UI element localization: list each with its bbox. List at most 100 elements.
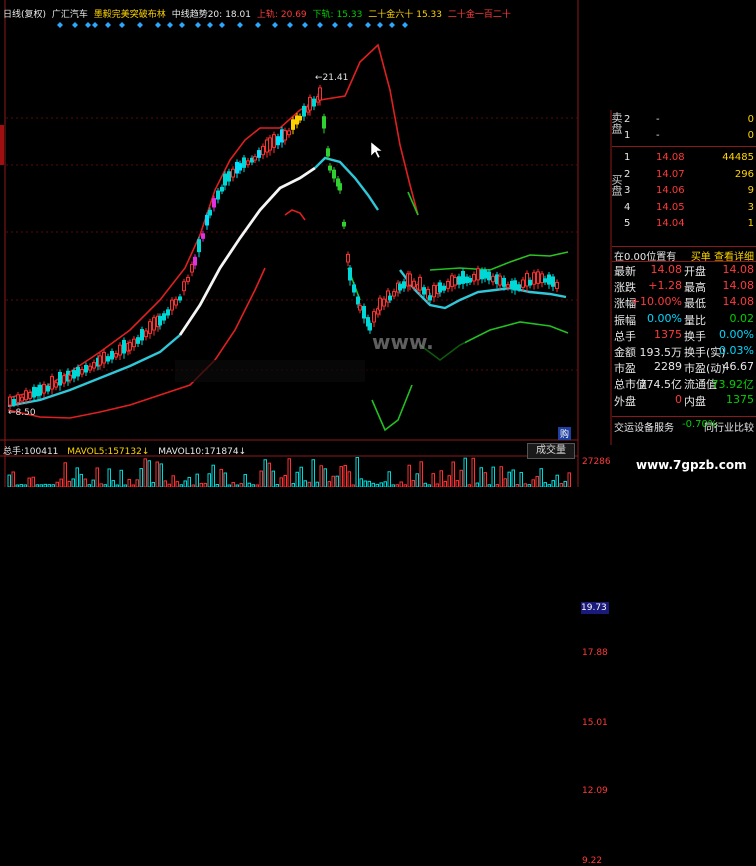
candle-body [170,299,174,311]
view-detail-link[interactable]: 买单 查看详细 [691,248,754,263]
sell-level-row[interactable]: 2 - 0 [624,114,754,128]
ma10-value: 171874 [204,447,239,457]
candle-body [392,291,396,297]
volume-bar [319,465,323,488]
candle-body [517,284,521,290]
quote-row: 金额 193.5万 换手(实) 0.03% [612,344,756,359]
buy-level-row[interactable]: 1 14.08 44485 [624,152,754,166]
candle-body [84,364,88,373]
candle-body [122,339,126,354]
volume-bar [239,483,243,488]
sector-name[interactable]: 交运设备服务 [614,419,674,434]
level-volume: 0 [747,130,754,141]
vol-label: 总手: [3,447,25,457]
candle-body [220,186,224,192]
candle-body [106,356,110,362]
signal-diamond-icon [92,22,98,28]
candle-body [402,281,406,289]
candle-body [547,274,551,285]
signal-diamond-icon [377,22,383,28]
volume-bar [243,474,247,488]
volume-bar [299,466,303,488]
volume-bar [447,475,451,488]
quote-value-right: 73.92亿 [711,378,755,392]
candle-body [114,353,118,358]
candle-body [193,256,197,266]
candle-body [412,280,416,288]
candle-body [190,263,194,273]
volume-bar [311,459,315,488]
quote-row: 最新 14.08 开盘 14.08 [612,263,756,278]
candle-body [461,271,465,284]
quote-value: +1.28 [648,279,682,293]
lower-band-tail [284,209,306,221]
candle-body [276,136,280,146]
candle-body [318,87,322,101]
ma10-label: MAVOL10: [158,447,205,457]
volume-bar [107,468,111,488]
signal-diamond-icon [255,22,261,28]
volume-bar [415,473,419,488]
signal-diamond-icon [57,22,63,28]
volume-bar [503,478,507,488]
candle-body [257,150,261,158]
upper-value: 20.69 [280,10,307,20]
level-price: 14.04 [656,218,685,229]
buy-level-row[interactable]: 3 14.06 9 [624,185,754,199]
candle-body [16,394,20,403]
candle-body [332,169,336,179]
volume-bar [199,482,203,488]
volume-bar [135,479,139,488]
candle-body [272,134,276,148]
quote-value: 14.08 [650,263,683,276]
candle-body [174,298,178,306]
level-price: 14.05 [656,201,685,213]
candle-body [483,269,487,279]
candle-body [382,298,386,307]
kline-chart[interactable]: ←21.41 ←8.50 日线(复权) 广汇汽车 墨毅完美突破布林 中线趋势20… [0,0,756,866]
quote-row: 振幅 0.00% 量比 0.02 [612,312,756,327]
volume-bar [563,480,567,488]
signal-diamond-icon [207,22,213,28]
volume-tab-button[interactable]: 成交量 [527,443,575,459]
quote-position-text: 在0.00位置有 [614,252,677,263]
volume-bar [95,467,99,488]
stock-name: 广汇汽车 [51,10,88,20]
quote-value-right: 0.03% [719,344,754,357]
candle-body [506,284,510,289]
buy-level-row[interactable]: 2 14.07 296 [624,169,754,183]
axis-top-value: 19.73 [581,602,609,614]
volume-bar [11,471,15,488]
signal-diamond-icon [347,22,353,28]
indicator-name[interactable]: 墨毅完美突破布林 [94,10,166,20]
candle-body [144,330,148,338]
volume-bar [455,480,459,488]
level-volume: 296 [734,168,754,180]
volume-bar [531,479,535,488]
buy-level-row[interactable]: 4 14.05 3 [624,202,754,216]
sell-level-row[interactable]: 1 - 0 [624,130,754,144]
candle-body [291,119,295,130]
candle-body [543,278,547,283]
candle-body [532,272,536,285]
candle-body [212,198,216,208]
buy-label: 买盘 [610,174,623,196]
candle-body [555,281,559,289]
signal-diamond-icon [332,22,338,28]
signal-diamond-icon [195,22,201,28]
volume-bar [119,469,123,488]
period-mode[interactable]: 日线(复权) [3,10,46,20]
candle-body [186,276,190,282]
volume-bar [323,468,327,488]
volume-bar [75,467,79,488]
candle-body [378,297,382,311]
candle-body [487,271,491,281]
candle-body [261,145,265,156]
candle-body [432,285,436,298]
compare-link[interactable]: 同行业比较 [704,419,754,434]
candle-body [46,385,50,392]
volume-bar [491,466,495,488]
volume-bar [127,479,131,488]
buy-level-row[interactable]: 5 14.04 1 [624,218,754,232]
volume-header: 总手:100411 MAVOL5:157132↓ MAVOL10:171874↓ [3,447,247,457]
